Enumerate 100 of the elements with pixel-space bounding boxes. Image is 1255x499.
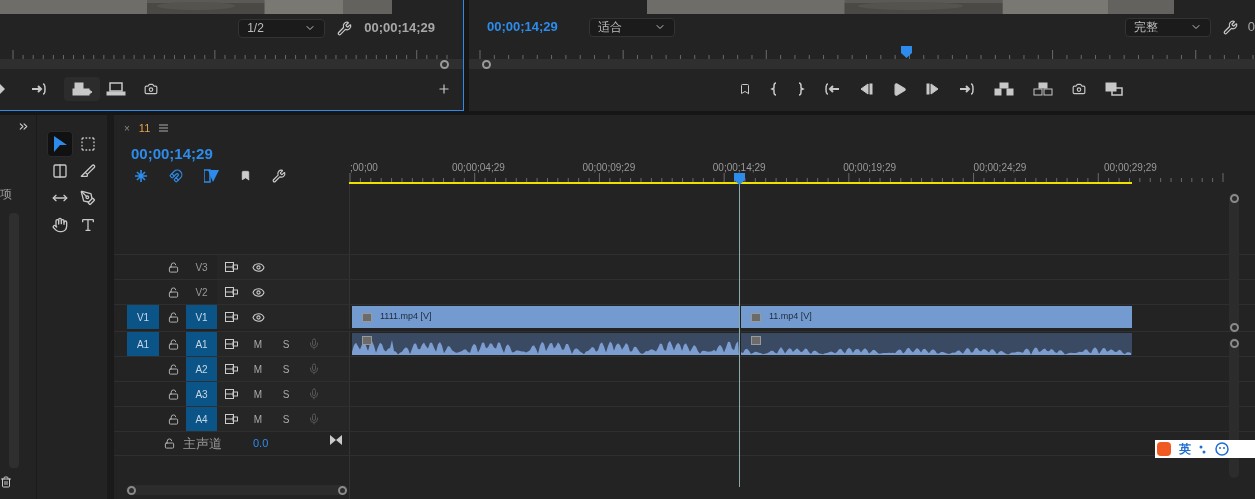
ime-bar[interactable]: 英 — [1155, 440, 1255, 458]
fx-icon — [362, 336, 372, 345]
linked-selection-icon[interactable] — [204, 168, 219, 183]
step-forward-icon[interactable] — [926, 82, 940, 96]
overwrite-button[interactable] — [64, 77, 100, 101]
mark-out-icon[interactable] — [797, 82, 805, 96]
quality-dropdown[interactable]: 完整 — [1124, 17, 1211, 37]
lock-icon[interactable] — [168, 286, 179, 298]
scroll-bar[interactable] — [126, 485, 348, 495]
mute-button[interactable]: M — [252, 386, 264, 402]
ripple-icon — [52, 163, 68, 179]
solo-button[interactable]: S — [280, 386, 292, 402]
track-target[interactable]: A1 — [186, 332, 217, 356]
camera-icon[interactable] — [144, 82, 158, 96]
trash-icon[interactable] — [0, 476, 12, 488]
step-back-icon[interactable] — [859, 82, 873, 96]
sync-lock-icon[interactable] — [225, 262, 238, 272]
handle-icon[interactable] — [440, 59, 449, 69]
video-clip[interactable]: 11.mp4 [V] — [740, 306, 1132, 328]
handle-icon[interactable] — [127, 485, 136, 495]
type-icon — [80, 217, 96, 233]
mute-button[interactable]: M — [252, 336, 264, 352]
lock-icon[interactable] — [168, 413, 179, 425]
lock-icon[interactable] — [168, 261, 179, 273]
lock-icon[interactable] — [168, 338, 179, 350]
sync-lock-icon[interactable] — [225, 287, 238, 297]
wrench-icon[interactable] — [337, 20, 353, 36]
menu-icon[interactable] — [159, 124, 169, 132]
handle-icon[interactable] — [338, 485, 347, 495]
go-to-out-icon[interactable] — [31, 82, 47, 96]
plus-icon[interactable] — [437, 82, 451, 96]
sync-lock-icon[interactable] — [225, 339, 238, 349]
ruler-label: 00;00;04;29 — [452, 161, 505, 175]
lock-icon[interactable] — [164, 438, 175, 449]
sync-lock-icon[interactable] — [225, 389, 238, 399]
tool-button[interactable] — [47, 131, 73, 157]
magnet-icon[interactable] — [169, 168, 183, 183]
play-icon[interactable] — [0, 84, 5, 94]
source-patch[interactable]: V1 — [127, 305, 159, 329]
track-target[interactable]: A2 — [186, 357, 217, 381]
timecode: 00;00;14;29 — [131, 144, 214, 164]
go-to-out-icon[interactable] — [959, 82, 975, 96]
solo-button[interactable]: S — [280, 411, 292, 427]
handle-icon[interactable] — [1229, 194, 1239, 203]
ruler-label: 00;00;19;29 — [843, 161, 896, 175]
expand-icon[interactable] — [17, 120, 30, 133]
eye-icon[interactable] — [252, 285, 265, 299]
volume-value[interactable]: 0.0 — [253, 435, 269, 452]
zoom-dropdown[interactable]: 1/2 — [238, 18, 326, 38]
wrench-icon[interactable] — [1222, 19, 1238, 35]
wrench-icon[interactable] — [272, 168, 286, 183]
track-target[interactable]: V1 — [186, 305, 217, 329]
ruler-label: ;00;00 — [350, 161, 378, 175]
camera-icon[interactable] — [1072, 82, 1086, 96]
overwrite-icon[interactable] — [72, 82, 92, 96]
eye-icon[interactable] — [252, 310, 265, 324]
handle-icon[interactable] — [482, 59, 491, 69]
timecode: 0 — [1247, 18, 1255, 37]
input-mode[interactable]: 英 — [1179, 440, 1191, 458]
sync-lock-icon[interactable] — [225, 414, 238, 424]
audio-clip[interactable] — [740, 333, 1132, 355]
mute-button[interactable]: M — [252, 361, 264, 377]
sync-lock-icon[interactable] — [225, 364, 238, 374]
nest-icon[interactable] — [134, 168, 148, 183]
marker-icon[interactable] — [240, 170, 251, 181]
lock-icon[interactable] — [168, 388, 179, 400]
video-clip[interactable]: 1111.mp4 [V] — [351, 306, 740, 328]
source-patch[interactable]: A1 — [127, 332, 159, 356]
sync-lock-icon[interactable] — [225, 312, 238, 322]
playhead-icon[interactable] — [734, 173, 745, 185]
insert-icon[interactable] — [106, 82, 126, 96]
compare-icon[interactable] — [1105, 82, 1123, 96]
ruler-label: 00;00;14;29 — [712, 161, 766, 175]
solo-button[interactable]: S — [280, 361, 292, 377]
mute-button[interactable]: M — [252, 411, 264, 427]
punctuation-icon[interactable] — [1199, 443, 1207, 455]
sequence-tab[interactable]: 11 — [138, 119, 151, 137]
track-target[interactable]: A3 — [186, 382, 217, 406]
pen-icon — [80, 190, 96, 206]
mark-in-icon[interactable] — [770, 82, 778, 96]
marker-icon[interactable] — [739, 83, 751, 95]
ruler-label: 00;00;29;29 — [1104, 161, 1157, 175]
lock-icon[interactable] — [168, 363, 179, 375]
close-icon[interactable]: × — [124, 120, 130, 136]
track-target[interactable]: A4 — [186, 407, 217, 431]
go-to-in-icon[interactable] — [824, 82, 840, 96]
audio-clip[interactable] — [351, 333, 740, 355]
item-count: 项 — [0, 186, 12, 203]
lift-icon[interactable] — [994, 82, 1014, 96]
fit-dropdown[interactable]: 适合 — [589, 17, 675, 37]
play-icon[interactable] — [892, 81, 907, 97]
extract-icon[interactable] — [1033, 82, 1053, 96]
eye-icon[interactable] — [252, 260, 265, 274]
scroll-bar[interactable] — [1229, 193, 1239, 333]
solo-button[interactable]: S — [280, 336, 292, 352]
fx-icon — [751, 312, 761, 322]
lock-icon[interactable] — [168, 311, 179, 323]
fx-icon — [362, 312, 372, 322]
smiley-icon[interactable] — [1215, 442, 1229, 456]
bowtie-icon[interactable] — [330, 434, 342, 445]
